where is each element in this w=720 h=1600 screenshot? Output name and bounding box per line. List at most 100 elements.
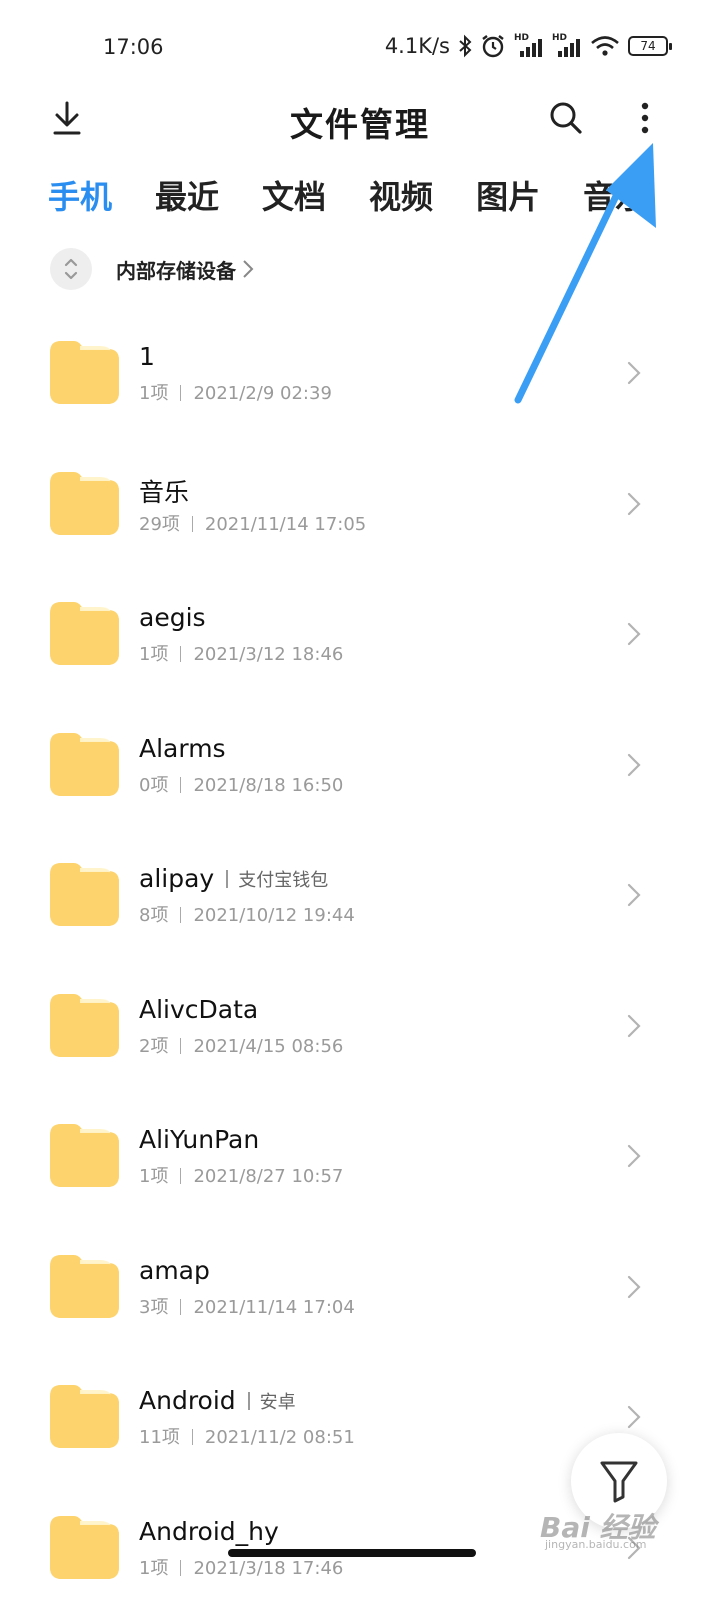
file-meta: 1项 2021/3/12 18:46 xyxy=(139,640,343,666)
tab-images[interactable]: 图片 xyxy=(476,172,540,224)
more-button[interactable] xyxy=(621,94,669,142)
modified-date: 2021/11/14 17:04 xyxy=(193,1296,355,1318)
status-bar: 17:06 4.1K/s HD HD 74 xyxy=(0,0,720,96)
watermark-url: jingyan.baidu.com xyxy=(545,1538,647,1551)
breadcrumb: 内部存储设备 xyxy=(50,246,254,292)
item-count: 1项 xyxy=(139,644,169,665)
file-alias: 支付宝钱包 xyxy=(238,869,329,891)
tab-music[interactable]: 音乐 xyxy=(583,172,647,224)
chevron-right-icon xyxy=(627,1275,641,1298)
list-item[interactable]: amap 3项 2021/11/14 17:04 xyxy=(0,1220,720,1351)
file-meta: 29项 2021/11/14 17:05 xyxy=(139,510,366,536)
more-vertical-icon xyxy=(641,102,649,134)
chevron-right-icon xyxy=(627,883,641,907)
folder-icon xyxy=(50,1515,119,1579)
item-count: 8项 xyxy=(139,905,169,926)
list-item[interactable]: AliYunPan 1项 2021/8/27 10:57 xyxy=(0,1089,720,1220)
file-meta: 8项 2021/10/12 19:44 xyxy=(139,901,355,927)
item-count: 11项 xyxy=(139,1427,180,1448)
alias-divider xyxy=(226,869,229,888)
file-name: Alarms xyxy=(139,733,226,763)
tab-phone[interactable]: 手机 xyxy=(48,172,112,224)
chevron-right-icon xyxy=(627,1144,641,1168)
list-item[interactable]: Alarms 0项 2021/8/18 16:50 xyxy=(0,698,720,829)
item-count: 1项 xyxy=(139,383,169,404)
wifi-icon xyxy=(591,36,619,56)
file-meta: 1项 2021/8/27 10:57 xyxy=(139,1162,343,1188)
modified-date: 2021/4/15 08:56 xyxy=(193,1035,344,1057)
search-button[interactable] xyxy=(542,94,590,142)
list-item[interactable]: aegis 1项 2021/3/12 18:46 xyxy=(0,567,720,698)
folder-icon xyxy=(50,471,119,535)
app-bar: 文件管理 xyxy=(0,86,720,156)
status-icons: 4.1K/s HD HD 74 xyxy=(384,33,672,59)
modified-date: 2021/8/27 10:57 xyxy=(193,1166,344,1187)
file-name: AlivcData xyxy=(139,994,259,1024)
modified-date: 2021/11/2 08:51 xyxy=(204,1427,355,1448)
search-icon xyxy=(550,102,582,134)
sort-button[interactable] xyxy=(50,248,92,290)
item-count: 3项 xyxy=(139,1296,169,1318)
folder-icon xyxy=(50,1385,119,1448)
file-meta: 3项 2021/11/14 17:04 xyxy=(139,1293,355,1319)
file-name: 音乐 xyxy=(139,477,190,507)
tab-documents[interactable]: 文档 xyxy=(262,172,326,224)
folder-icon xyxy=(50,1254,119,1318)
file-meta: 1项 2021/2/9 02:39 xyxy=(139,379,332,405)
chevron-right-icon xyxy=(627,361,641,385)
item-count: 0项 xyxy=(139,774,169,796)
chevron-right-icon xyxy=(627,492,641,515)
category-tabs: 手机 最近 文档 视频 图片 音乐 xyxy=(48,172,720,224)
file-list: 1 1项 2021/2/9 02:39 音乐 29项 2021/11/14 17:0… xyxy=(0,306,720,1600)
list-item[interactable]: 音乐 29项 2021/11/14 17:05 xyxy=(0,437,720,568)
chevron-right-icon xyxy=(627,622,641,646)
list-item[interactable]: alipay 支付宝钱包 8项 2021/10/12 19:44 xyxy=(0,828,720,959)
modified-date: 2021/2/9 02:39 xyxy=(193,383,332,404)
tab-recent[interactable]: 最近 xyxy=(155,172,219,224)
chevron-right-icon xyxy=(243,260,254,278)
folder-icon xyxy=(50,993,119,1057)
modified-date: 2021/3/12 18:46 xyxy=(193,644,344,665)
alias-divider xyxy=(247,1391,250,1410)
folder-icon xyxy=(50,1124,119,1187)
status-time: 17:06 xyxy=(103,35,164,59)
item-count: 2项 xyxy=(139,1035,169,1057)
list-item[interactable]: AlivcData 2项 2021/4/15 08:56 xyxy=(0,959,720,1090)
signal-icon: HD xyxy=(514,33,544,57)
item-count: 1项 xyxy=(139,1166,169,1187)
chevron-right-icon xyxy=(627,1405,641,1429)
folder-icon xyxy=(50,602,119,665)
modified-date: 2021/3/18 17:46 xyxy=(193,1557,344,1579)
list-item[interactable]: 1 1项 2021/2/9 02:39 xyxy=(0,306,720,437)
breadcrumb-storage[interactable]: 内部存储设备 xyxy=(116,255,236,284)
chevron-right-icon xyxy=(627,1014,641,1037)
file-name: amap xyxy=(139,1255,210,1285)
modified-date: 2021/11/14 17:05 xyxy=(204,513,367,535)
file-meta: 0项 2021/8/18 16:50 xyxy=(139,771,343,797)
item-count: 29项 xyxy=(139,513,180,535)
file-meta: 1项 2021/3/18 17:46 xyxy=(139,1554,343,1580)
file-name: 1 xyxy=(139,342,155,371)
file-meta: 2项 2021/4/15 08:56 xyxy=(139,1032,343,1058)
file-name: alipay xyxy=(139,864,215,893)
sort-icon xyxy=(64,258,78,280)
file-name: aegis xyxy=(139,603,206,632)
file-name: Android xyxy=(139,1386,236,1415)
file-name: Android_hy xyxy=(139,1516,279,1546)
folder-icon xyxy=(50,732,119,796)
modified-date: 2021/10/12 19:44 xyxy=(193,905,355,926)
bluetooth-icon xyxy=(459,34,472,58)
chevron-right-icon xyxy=(627,753,641,776)
tab-videos[interactable]: 视频 xyxy=(369,172,433,224)
home-indicator[interactable] xyxy=(228,1549,476,1557)
battery-icon: 74 xyxy=(628,36,672,56)
file-alias: 安卓 xyxy=(259,1391,296,1413)
item-count: 1项 xyxy=(139,1557,169,1579)
signal-icon-2: HD xyxy=(552,33,582,57)
folder-icon xyxy=(50,863,119,926)
alarm-icon xyxy=(482,35,504,58)
modified-date: 2021/8/18 16:50 xyxy=(193,774,344,796)
filter-icon xyxy=(600,1461,638,1503)
page-title: 文件管理 xyxy=(290,105,430,144)
network-speed: 4.1K/s xyxy=(384,34,450,58)
